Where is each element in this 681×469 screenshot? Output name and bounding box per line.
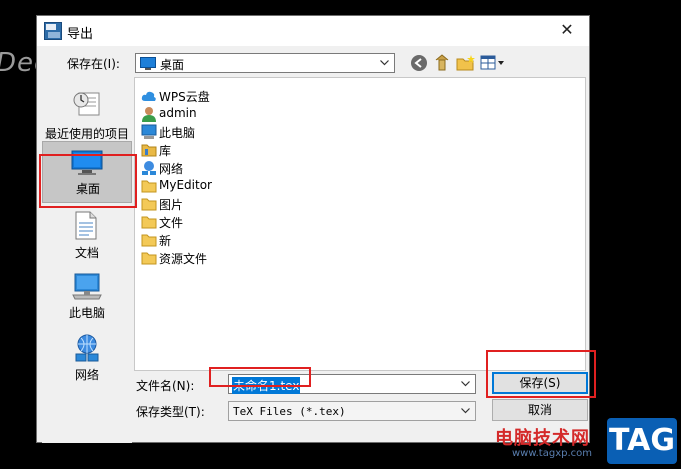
place-this-pc-label: 此电脑: [68, 306, 105, 320]
item-name: 新: [159, 234, 172, 248]
this-pc-icon: [72, 273, 102, 300]
folder-icon: [141, 234, 157, 247]
item-name: 库: [159, 144, 172, 158]
new-folder-button[interactable]: [456, 54, 476, 74]
chevron-down-icon: [376, 54, 394, 72]
up-folder-icon: [435, 54, 449, 71]
item-name: WPS云盘: [159, 90, 210, 104]
cloud-icon: [141, 91, 156, 101]
place-documents[interactable]: 文档: [42, 209, 132, 261]
folder-icon: [141, 180, 157, 193]
view-grid-icon: [480, 55, 504, 70]
item-name: admin: [159, 106, 197, 120]
item-name: 此电脑: [159, 126, 196, 140]
back-button[interactable]: [410, 54, 430, 74]
documents-icon: [75, 211, 97, 240]
highlight-desktop-box: [39, 154, 137, 208]
watermark-site-name: 电脑技术网: [495, 428, 590, 449]
cancel-button[interactable]: 取消: [492, 399, 588, 421]
network-icon: [75, 334, 99, 362]
filename-label: 文件名(N):: [136, 379, 195, 393]
new-folder-icon: [456, 55, 475, 71]
place-network[interactable]: 网络: [42, 331, 132, 383]
folder-icon: [141, 198, 157, 211]
chevron-down-icon: [457, 402, 475, 420]
place-recent-label: 最近使用的项目: [44, 127, 129, 141]
place-this-pc[interactable]: 此电脑: [42, 269, 132, 321]
folder-icon: [141, 252, 157, 265]
place-network-label: 网络: [74, 368, 99, 382]
app-icon: [44, 22, 62, 40]
network-icon: [142, 161, 156, 175]
watermark-logo: TAG: [607, 418, 677, 464]
library-folder-icon: [141, 144, 157, 157]
highlight-filename-box: [209, 367, 311, 387]
highlight-save-box: [486, 350, 596, 398]
item-name: 图片: [159, 198, 184, 212]
save-in-dropdown[interactable]: 桌面: [135, 53, 395, 73]
close-button[interactable]: ✕: [545, 16, 589, 46]
computer-icon: [141, 124, 157, 139]
filetype-value: TeX Files (*.tex): [233, 405, 346, 418]
title-bar[interactable]: 导出 ✕: [37, 16, 589, 46]
up-folder-button[interactable]: [433, 54, 453, 74]
user-icon: [142, 107, 156, 122]
folder-icon: [141, 216, 157, 229]
view-menu-button[interactable]: [480, 54, 506, 74]
places-bar: 最近使用的项目 桌面 文档 此电脑 网络: [42, 76, 132, 443]
item-name: 资源文件: [159, 252, 208, 266]
desktop-small-icon: [140, 57, 156, 70]
save-in-label: 保存在(I):: [67, 57, 120, 71]
recent-items-icon: [73, 92, 100, 116]
dialog-title: 导出: [67, 27, 94, 42]
item-name: 文件: [159, 216, 184, 230]
save-in-value: 桌面: [160, 58, 185, 72]
item-name: MyEditor: [159, 178, 212, 192]
file-list[interactable]: WPS云盘 admin 此电脑 库 网络 MyEditor 图片 文件 新 资源…: [134, 77, 586, 371]
filetype-label: 保存类型(T):: [136, 405, 205, 419]
chevron-down-icon[interactable]: [457, 375, 475, 393]
place-documents-label: 文档: [74, 246, 99, 260]
filetype-dropdown[interactable]: TeX Files (*.tex): [228, 401, 476, 421]
item-name: 网络: [159, 162, 184, 176]
back-arrow-icon: [411, 55, 427, 71]
watermark-url: www.tagxp.com: [512, 448, 592, 459]
